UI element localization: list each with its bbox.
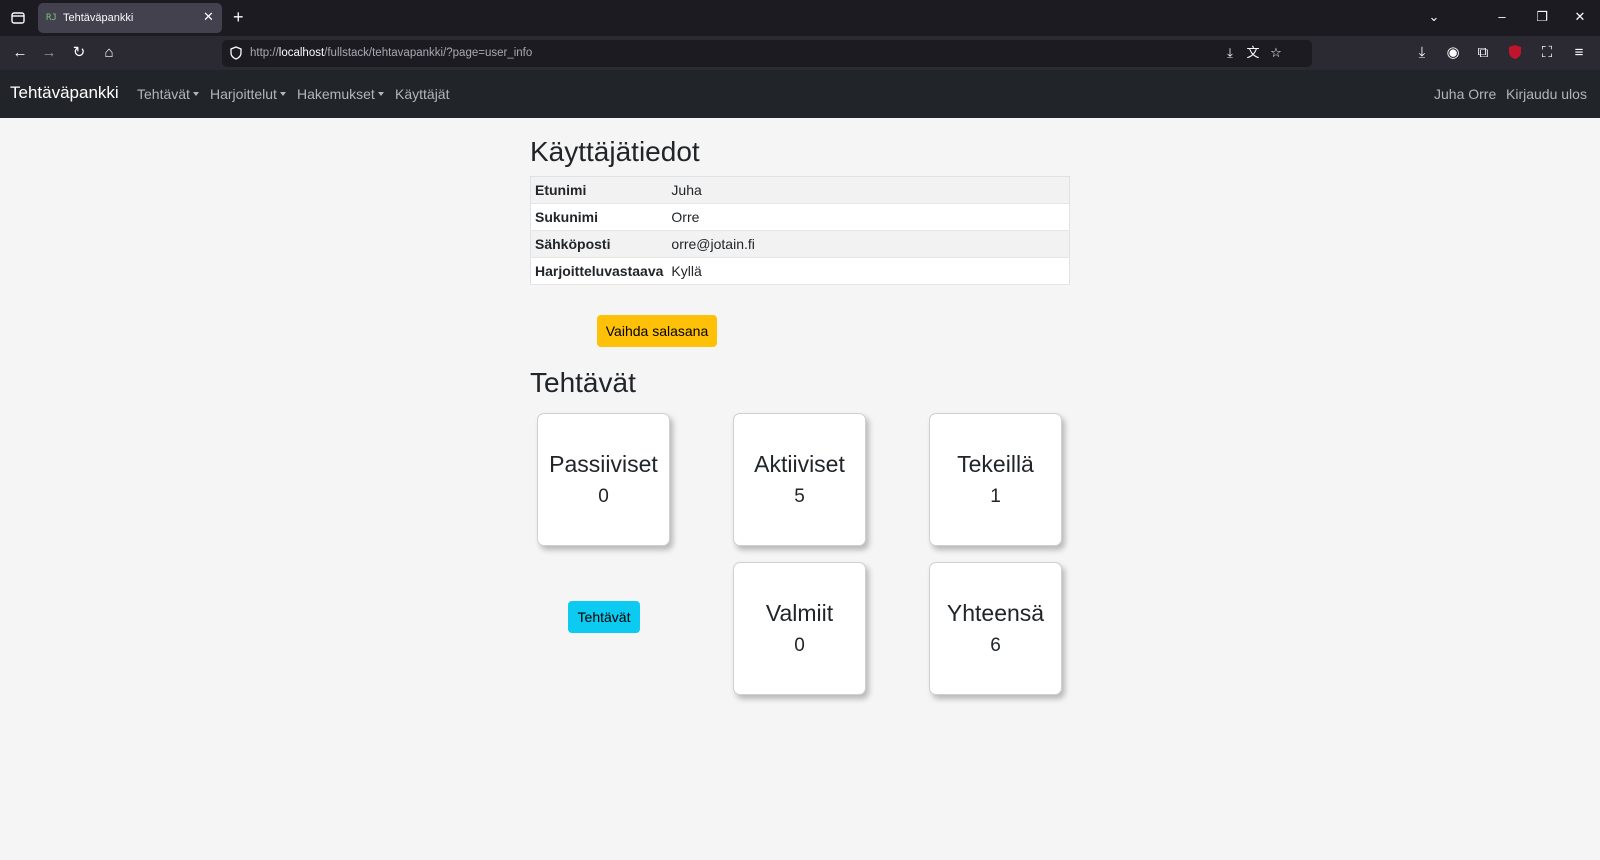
card-count: 0 [794,635,805,656]
ublock-icon[interactable] [1506,44,1524,62]
row-value: orre@jotain.fi [667,230,1070,258]
nav-user-name[interactable]: Juha Orre [1434,86,1496,102]
card-count: 0 [598,486,609,507]
tasks-button[interactable]: Tehtävät [568,601,640,633]
row-value: Juha [667,176,1070,204]
task-card-active[interactable]: Aktiiviset 5 [733,413,866,546]
card-title: Tekeillä [957,451,1034,477]
account-icon[interactable]: ◉ [1444,44,1462,62]
task-card-total[interactable]: Yhteensä 6 [929,562,1062,695]
browser-tab-bar: RJ Tehtäväpankki ✕ + ⌄ – ❐ ✕ [0,0,1600,36]
browser-toolbar: ← → ↻ ⌂ http://localhost/fullstack/tehta… [0,36,1600,70]
tab-title: Tehtäväpankki [63,12,134,24]
tab-close-icon[interactable]: ✕ [203,10,214,24]
card-title: Aktiiviset [754,451,845,477]
back-icon[interactable]: ← [11,44,29,62]
browser-tab[interactable]: RJ Tehtäväpankki ✕ [38,3,222,33]
nav-item-kayttajat[interactable]: Käyttäjät [395,86,449,102]
minimize-icon[interactable]: – [1492,8,1512,26]
row-value: Kyllä [667,257,1070,285]
tab-favicon-icon: RJ [46,13,57,23]
row-label: Sähköposti [530,230,668,258]
save-page-icon[interactable]: ⤓ [1222,45,1238,61]
home-icon[interactable]: ⌂ [100,44,118,62]
task-card-passive[interactable]: Passiiviset 0 [537,413,670,546]
downloads-icon[interactable]: ⤓ [1413,44,1431,62]
new-tab-icon[interactable]: + [233,7,244,27]
reload-icon[interactable]: ↻ [70,44,88,62]
shield-icon[interactable] [228,45,244,61]
row-label: Harjoitteluvastaava [530,257,668,285]
translate-icon[interactable]: 文 [1245,45,1261,61]
menu-icon[interactable]: ≡ [1570,44,1588,62]
bookmark-star-icon[interactable]: ☆ [1268,45,1284,61]
task-card-in-progress[interactable]: Tekeillä 1 [929,413,1062,546]
card-count: 1 [990,486,1001,507]
card-count: 5 [794,486,805,507]
card-count: 6 [990,635,1001,656]
caret-down-icon [377,92,384,97]
table-row: Sähköposti orre@jotain.fi [530,230,1070,258]
tab-overflow-chevron-icon[interactable]: ⌄ [1424,8,1444,26]
nav-item-hakemukset[interactable]: Hakemukset [297,86,384,102]
row-label: Sukunimi [530,203,668,231]
card-title: Valmiit [765,600,834,626]
screenshot-icon[interactable]: ⛶ [1538,44,1556,62]
caret-down-icon [279,92,286,97]
tab-list-icon[interactable] [8,8,28,28]
card-title: Passiiviset [549,451,658,477]
row-value: Orre [667,203,1070,231]
table-row: Harjoitteluvastaava Kyllä [530,257,1070,285]
row-label: Etunimi [530,176,668,204]
table-row: Etunimi Juha [530,176,1070,204]
app-navbar: Tehtäväpankki Tehtävät Harjoittelut Hake… [0,70,1600,118]
nav-item-harjoittelut[interactable]: Harjoittelut [210,86,286,102]
card-title: Yhteensä [946,600,1045,626]
user-info-table: Etunimi Juha Sukunimi Orre Sähköposti or… [530,176,1070,285]
extensions-icon[interactable]: ⧉ [1474,44,1492,62]
user-info-title: Käyttäjätiedot [530,136,700,167]
forward-icon[interactable]: → [40,44,58,62]
nav-item-tehtavat[interactable]: Tehtävät [137,86,199,102]
close-window-icon[interactable]: ✕ [1570,8,1590,26]
url-text: http://localhost/fullstack/tehtavapankki… [250,47,533,59]
change-password-button[interactable]: Vaihda salasana [597,315,717,347]
caret-down-icon [192,92,199,97]
navbar-brand[interactable]: Tehtäväpankki [10,83,119,103]
url-bar[interactable]: http://localhost/fullstack/tehtavapankki… [222,40,1312,67]
tasks-title: Tehtävät [530,367,636,398]
table-row: Sukunimi Orre [530,203,1070,231]
task-card-done[interactable]: Valmiit 0 [733,562,866,695]
logout-link[interactable]: Kirjaudu ulos [1506,86,1587,102]
restore-icon[interactable]: ❐ [1532,8,1552,26]
